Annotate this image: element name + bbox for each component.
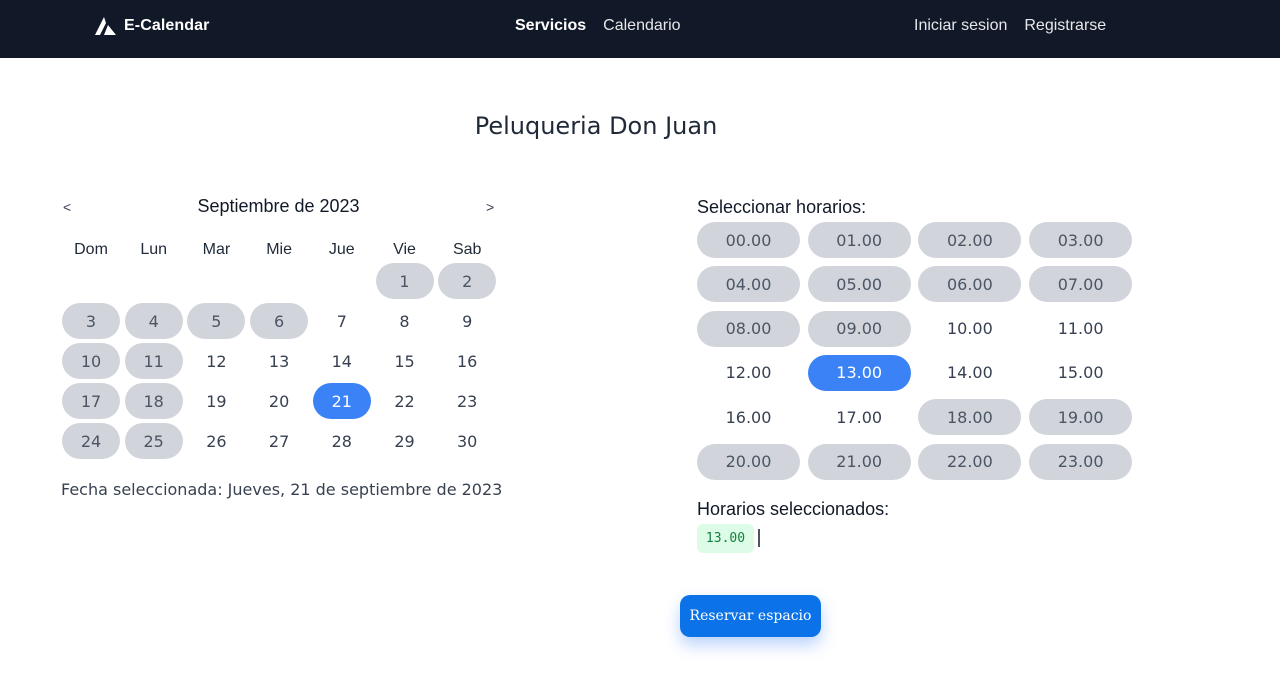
hour-slot[interactable]: 08.00 xyxy=(697,310,800,347)
selected-date-text: Fecha seleccionada: Jueves, 21 de septie… xyxy=(61,480,503,499)
calendar-day[interactable]: 28 xyxy=(313,423,371,459)
selected-hours-title: Horarios seleccionados: xyxy=(697,499,890,519)
weekday-label: Lun xyxy=(140,241,168,258)
hour-slot[interactable]: 23.00 xyxy=(1029,443,1133,480)
calendar-day[interactable]: 7 xyxy=(313,303,371,339)
calendar-day[interactable]: 9 xyxy=(438,303,496,339)
hour-slot[interactable]: 15.00 xyxy=(1029,355,1132,391)
weekday-label: Jue xyxy=(328,241,355,258)
calendar-day[interactable]: 16 xyxy=(438,343,496,379)
calendar-header: < Septiembre de 2023 > xyxy=(60,195,500,221)
nav-link-servicios[interactable]: Servicios xyxy=(515,17,586,35)
brand-name: E-Calendar xyxy=(124,17,210,34)
hour-slot[interactable]: 18.00 xyxy=(918,399,1022,436)
calendar-day[interactable]: 21 xyxy=(312,383,371,419)
calendar-day[interactable]: 29 xyxy=(376,423,434,459)
hour-slot[interactable]: 21.00 xyxy=(807,443,911,480)
nav-link-calendario[interactable]: Calendario xyxy=(603,17,680,35)
calendar-day[interactable]: 1 xyxy=(375,263,434,299)
calendar-day[interactable]: 13 xyxy=(250,343,308,379)
hour-slot[interactable]: 19.00 xyxy=(1029,399,1133,436)
calendar-day[interactable]: 8 xyxy=(376,303,434,339)
next-month-button[interactable]: > xyxy=(486,199,494,215)
calendar-day[interactable]: 20 xyxy=(250,383,308,419)
calendar-day[interactable]: 27 xyxy=(250,423,308,459)
calendar-day[interactable]: 5 xyxy=(187,303,246,339)
calendar-day[interactable]: 23 xyxy=(438,383,496,419)
hour-slot[interactable]: 07.00 xyxy=(1029,266,1133,303)
text-cursor xyxy=(758,529,760,547)
calendar-day[interactable]: 3 xyxy=(62,303,120,339)
calendar-day[interactable]: 30 xyxy=(438,423,496,459)
hour-slot[interactable]: 12.00 xyxy=(697,355,800,391)
nav-main-links: Servicios Calendario xyxy=(515,17,681,35)
weekday-label: Mar xyxy=(202,241,231,258)
calendar-day[interactable]: 19 xyxy=(187,383,245,419)
calendar-day[interactable]: 15 xyxy=(376,343,434,379)
calendar-day[interactable]: 11 xyxy=(124,343,183,379)
calendar-day[interactable]: 14 xyxy=(313,343,371,379)
hour-slot[interactable]: 20.00 xyxy=(697,443,800,480)
calendar-day[interactable]: 6 xyxy=(250,303,309,339)
calendar-month-label: Septiembre de 2023 xyxy=(197,196,360,216)
hour-slot[interactable]: 03.00 xyxy=(1029,222,1133,258)
calendar-day[interactable]: 26 xyxy=(187,423,245,459)
hour-slot[interactable]: 00.00 xyxy=(697,222,800,258)
calendar: < Septiembre de 2023 > Dom Lun Mar Mie Jue Vi… xyxy=(60,195,500,459)
hour-slot[interactable]: 02.00 xyxy=(918,222,1022,258)
calendar-day[interactable]: 12 xyxy=(187,343,245,379)
calendar-day[interactable]: 24 xyxy=(62,423,120,459)
reserve-button[interactable]: Reservar espacio xyxy=(680,595,821,637)
hour-slot[interactable]: 17.00 xyxy=(808,399,911,435)
hour-slot[interactable]: 22.00 xyxy=(918,443,1022,480)
hour-slot[interactable]: 09.00 xyxy=(807,310,911,347)
hour-slot[interactable]: 01.00 xyxy=(807,222,911,258)
calendar-day[interactable]: 22 xyxy=(376,383,434,419)
hour-slot[interactable]: 13.00 xyxy=(807,354,911,391)
calendar-day[interactable]: 25 xyxy=(124,423,183,459)
hour-slot[interactable]: 14.00 xyxy=(918,355,1021,391)
selected-hour-chip: 13.00 xyxy=(697,524,754,553)
calendar-day[interactable]: 17 xyxy=(62,383,120,419)
hours-title: Seleccionar horarios: xyxy=(697,197,867,217)
brand-logo-icon xyxy=(95,17,116,35)
nav-auth-links: Iniciar sesion Registrarse xyxy=(914,17,1106,35)
hour-slot[interactable]: 10.00 xyxy=(918,311,1021,347)
hour-slot[interactable]: 04.00 xyxy=(697,266,800,303)
register-link[interactable]: Registrarse xyxy=(1024,17,1106,35)
hour-slot[interactable]: 06.00 xyxy=(918,266,1022,303)
calendar-day[interactable]: 4 xyxy=(124,303,183,339)
hour-slot[interactable]: 11.00 xyxy=(1029,311,1132,347)
hour-slot[interactable]: 16.00 xyxy=(697,399,800,435)
calendar-day[interactable]: 10 xyxy=(62,343,120,379)
page-title: Peluqueria Don Juan xyxy=(474,112,718,140)
weekday-label: Mie xyxy=(266,241,292,258)
calendar-day[interactable]: 18 xyxy=(124,383,183,419)
calendar-day[interactable]: 2 xyxy=(438,263,497,299)
weekday-label: Dom xyxy=(74,241,108,258)
weekday-label: Sab xyxy=(452,241,482,258)
weekday-label: Vie xyxy=(393,241,416,258)
navbar: E-Calendar Servicios Calendario Iniciar … xyxy=(0,0,1280,58)
login-link[interactable]: Iniciar sesion xyxy=(914,17,1007,35)
hour-slot[interactable]: 05.00 xyxy=(807,266,911,303)
brand[interactable]: E-Calendar xyxy=(95,16,209,36)
